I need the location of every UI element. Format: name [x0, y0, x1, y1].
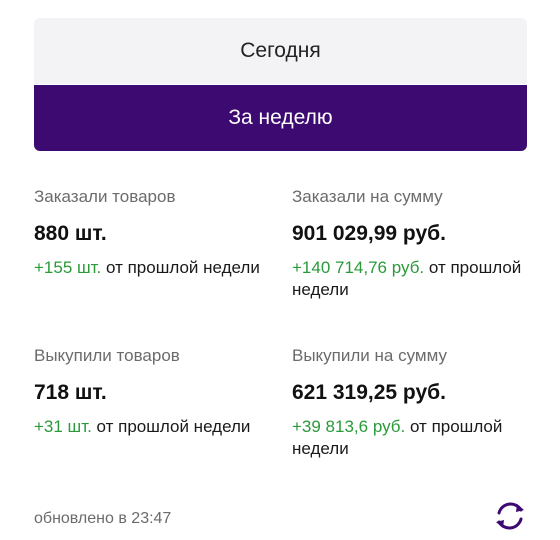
stat-label: Заказали на сумму: [292, 187, 443, 206]
tab-today[interactable]: Сегодня: [34, 18, 527, 84]
stat-change: +140 714,76 руб. от прошлой недели: [292, 257, 532, 301]
stats-screen: Сегодня За неделю Заказали товаров 880 ш…: [0, 0, 560, 540]
tab-week[interactable]: За неделю: [34, 85, 527, 151]
stat-value: 718 шт.: [34, 381, 107, 404]
stat-label: Заказали товаров: [34, 187, 176, 206]
refresh-icon: [496, 502, 524, 530]
tab-week-label: За неделю: [228, 106, 333, 129]
stat-value: 621 319,25 руб.: [292, 381, 446, 404]
stat-ordered-sum: Заказали на сумму 901 029,99 руб. +140 7…: [292, 187, 532, 301]
stat-delta: +155 шт.: [34, 258, 102, 277]
stat-delta: +140 714,76 руб.: [292, 258, 425, 277]
stat-bought-items: Выкупили товаров 718 шт. +31 шт. от прош…: [34, 346, 284, 438]
stat-change: +31 шт. от прошлой недели: [34, 416, 284, 438]
stat-label: Выкупили товаров: [34, 346, 180, 365]
stat-delta: +31 шт.: [34, 417, 92, 436]
stat-delta-suffix: от прошлой недели: [101, 258, 260, 277]
stat-change: +155 шт. от прошлой недели: [34, 257, 284, 279]
stat-delta-suffix: от прошлой недели: [91, 417, 251, 436]
stat-ordered-items: Заказали товаров 880 шт. +155 шт. от про…: [34, 187, 284, 279]
refresh-button[interactable]: [490, 496, 530, 536]
stat-change: +39 813,6 руб. от прошлой недели: [292, 416, 532, 460]
stat-bought-sum: Выкупили на сумму 621 319,25 руб. +39 81…: [292, 346, 532, 460]
stat-value: 880 шт.: [34, 222, 107, 245]
stat-label: Выкупили на сумму: [292, 346, 447, 365]
tab-today-label: Сегодня: [240, 39, 321, 62]
stat-delta: +39 813,6 руб.: [292, 417, 406, 436]
stat-value: 901 029,99 руб.: [292, 222, 446, 245]
updated-timestamp: обновлено в 23:47: [34, 510, 172, 527]
